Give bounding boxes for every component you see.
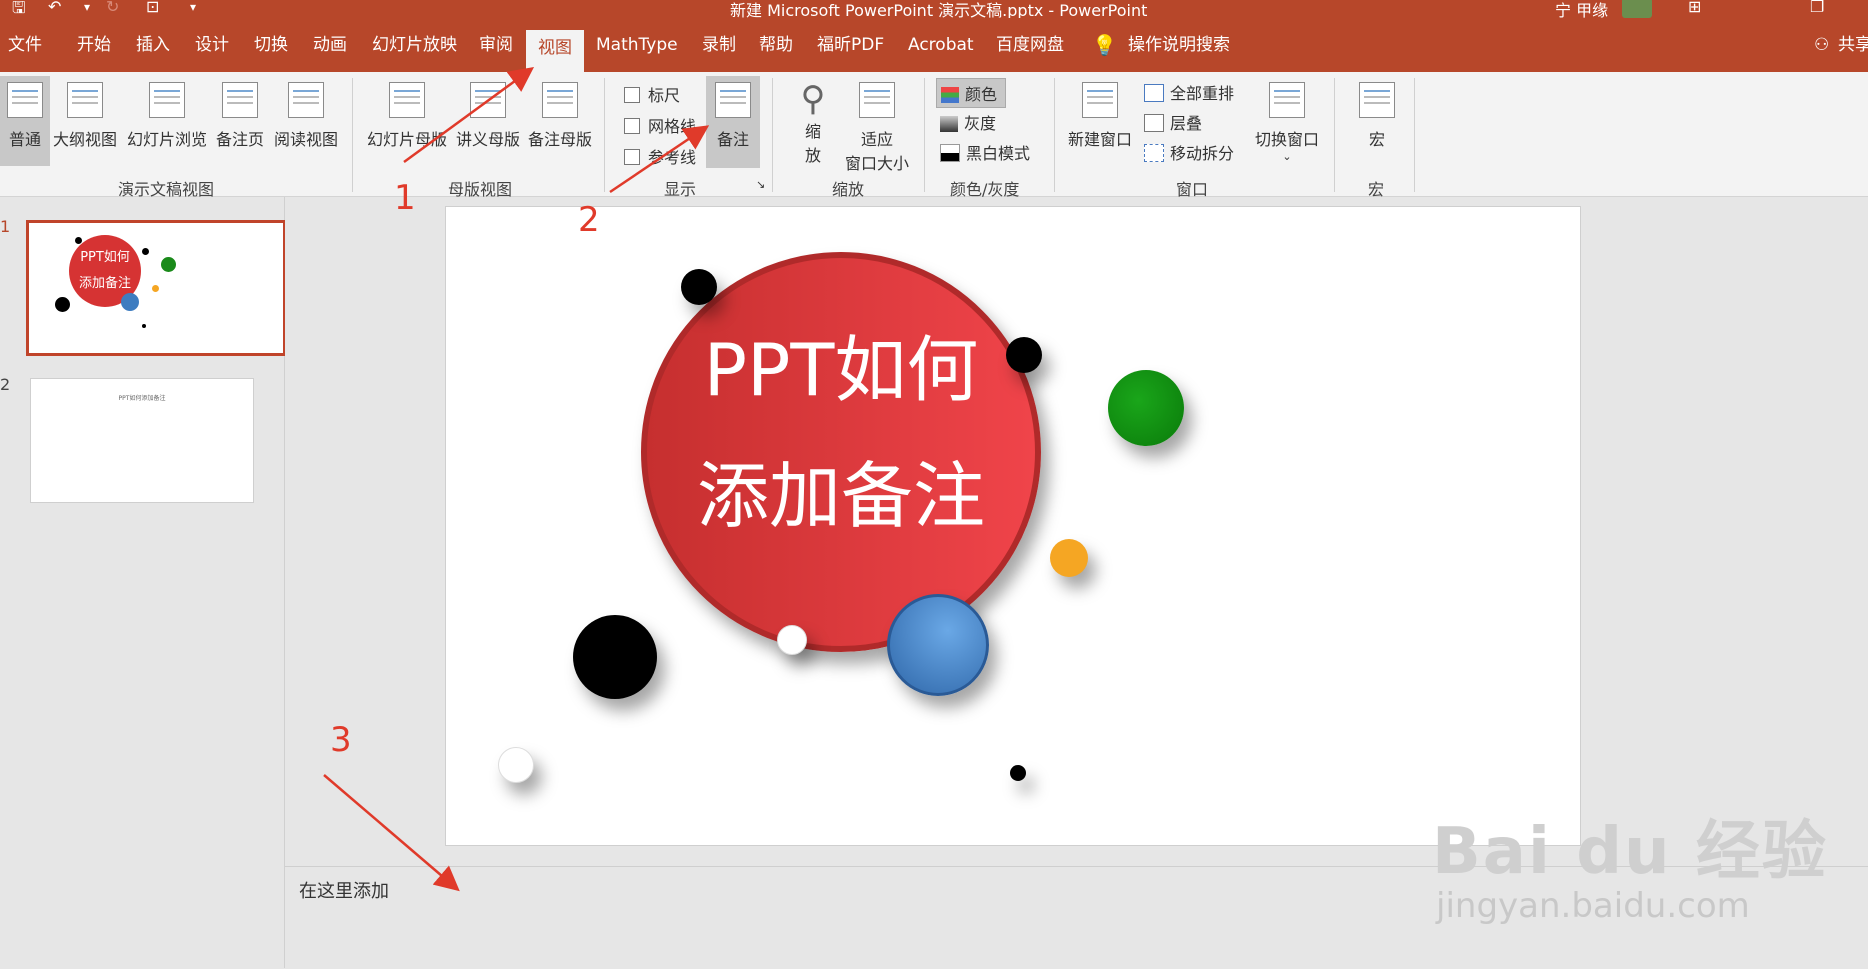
annotation-arrow-2	[609, 125, 710, 194]
annotation-label-1: 1	[394, 178, 416, 218]
baidu-jingyan-logo: Bai du 经验	[1432, 815, 1828, 889]
watermark-url: jingyan.baidu.com	[1436, 886, 1750, 926]
annotation-label-2: 2	[578, 200, 600, 240]
annotation-arrow-3	[323, 774, 460, 892]
annotation-label-3: 3	[330, 720, 352, 760]
annotation-arrow-1	[403, 67, 535, 164]
